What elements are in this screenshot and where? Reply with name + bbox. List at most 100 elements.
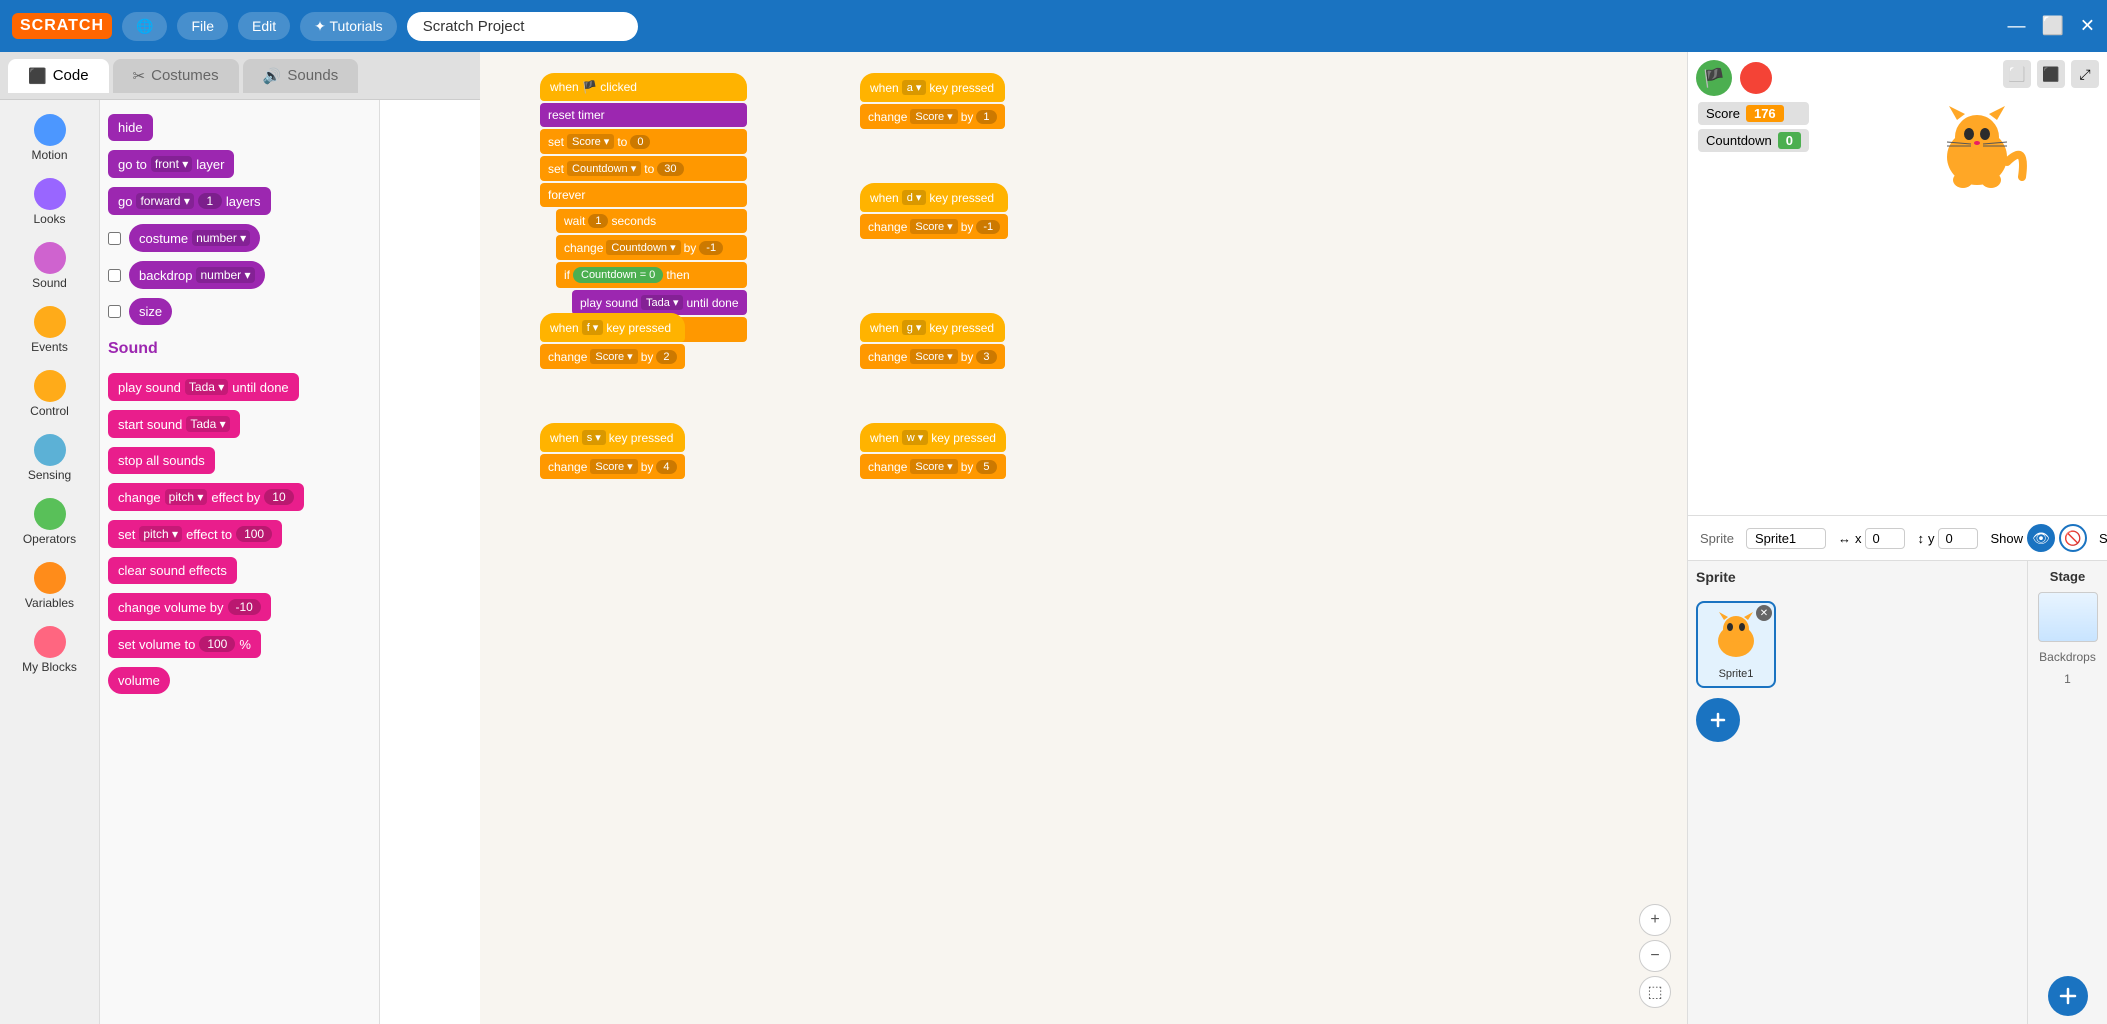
block-reset-timer[interactable]: reset timer xyxy=(540,103,747,127)
show-hidden-button[interactable]: 🚫 xyxy=(2059,524,2087,552)
restore-button[interactable]: ⬜ xyxy=(2041,16,2063,37)
block-set-score[interactable]: set Score ▾ to 0 xyxy=(540,129,747,154)
block-change-score-d[interactable]: change Score ▾ by -1 xyxy=(860,214,1008,239)
sidebar-item-my-blocks[interactable]: My Blocks xyxy=(5,620,95,680)
sprite-list: Sprite ✕ Sprite1 xyxy=(1688,561,2027,1024)
variable-displays: Score 176 Countdown 0 xyxy=(1698,102,1809,152)
stage-side: Stage Backdrops 1 xyxy=(2027,561,2107,1024)
block-set-countdown[interactable]: set Countdown ▾ to 30 xyxy=(540,156,747,181)
block-backdrop-number[interactable]: backdrop number ▾ xyxy=(129,261,265,289)
costumes-icon: ✂ xyxy=(133,67,146,85)
sidebar-item-events[interactable]: Events xyxy=(5,300,95,360)
script-area[interactable]: when 🏴 clicked reset timer set Score ▾ t… xyxy=(480,52,1687,1024)
block-change-score-w[interactable]: change Score ▾ by 5 xyxy=(860,454,1006,479)
key-w-script: when w ▾ key pressed change Score ▾ by 5 xyxy=(860,422,1006,480)
y-input[interactable] xyxy=(1938,528,1978,549)
block-change-score-s[interactable]: change Score ▾ by 4 xyxy=(540,454,685,479)
score-value: 176 xyxy=(1746,105,1784,122)
tutorials-button[interactable]: ✦ Tutorials xyxy=(300,12,397,41)
block-forever[interactable]: forever xyxy=(540,183,747,207)
sprite-grid: ✕ Sprite1 xyxy=(1696,601,2019,688)
checkbox-backdrop[interactable] xyxy=(108,269,121,282)
block-costume-number[interactable]: costume number ▾ xyxy=(129,224,260,252)
add-sprite-button[interactable] xyxy=(1696,698,1740,742)
y-arrow-icon: ↕ xyxy=(1917,531,1924,546)
tab-code[interactable]: ⬛ Code xyxy=(8,59,109,93)
stop-button[interactable] xyxy=(1740,62,1772,94)
block-when-a-key[interactable]: when a ▾ key pressed xyxy=(860,73,1005,102)
globe-button[interactable]: 🌐 xyxy=(122,12,167,41)
block-set-volume[interactable]: set volume to 100 % xyxy=(108,630,261,658)
backdrops-count: 1 xyxy=(2064,672,2071,686)
block-change-pitch[interactable]: change pitch ▾ effect by 10 xyxy=(108,483,304,511)
zoom-in-button[interactable]: + xyxy=(1639,904,1671,936)
file-menu-button[interactable]: File xyxy=(177,12,228,40)
tab-costumes[interactable]: ✂ Costumes xyxy=(113,59,239,93)
block-when-w-key[interactable]: when w ▾ key pressed xyxy=(860,423,1006,452)
main-container: ⬛ Code ✂ Costumes 🔊 Sounds Motion xyxy=(0,52,2107,1024)
block-go-forward[interactable]: go forward ▾ 1 layers xyxy=(108,187,271,215)
green-flag-button[interactable]: 🏴 xyxy=(1696,60,1732,96)
x-coord: ↔ x xyxy=(1838,528,1906,549)
checkbox-costume[interactable] xyxy=(108,232,121,245)
stage-label: Stage xyxy=(2050,569,2085,584)
key-d-script: when d ▾ key pressed change Score ▾ by -… xyxy=(860,182,1008,240)
minimize-button[interactable]: — xyxy=(2007,16,2025,37)
sprite-list-header: Sprite xyxy=(1696,569,1736,585)
close-button[interactable]: ✕ xyxy=(2080,16,2095,37)
tab-sounds[interactable]: 🔊 Sounds xyxy=(243,59,359,93)
blocks-panel: hide go to front ▾ layer go forward ▾ 1 … xyxy=(100,100,380,1024)
categories-panel: Motion Looks Sound Events Control xyxy=(0,100,100,1024)
stage-area: 🏴 ⬜ ⬛ ⤢ Score 176 Countdown 0 xyxy=(1688,52,2107,516)
block-set-pitch[interactable]: set pitch ▾ effect to 100 xyxy=(108,520,282,548)
x-input[interactable] xyxy=(1865,528,1905,549)
countdown-value: 0 xyxy=(1778,132,1801,149)
zoom-reset-button[interactable]: ⬚ xyxy=(1639,976,1671,1008)
block-when-d-key[interactable]: when d ▾ key pressed xyxy=(860,183,1008,212)
sidebar-item-looks[interactable]: Looks xyxy=(5,172,95,232)
edit-menu-button[interactable]: Edit xyxy=(238,12,290,40)
sidebar-item-sound[interactable]: Sound xyxy=(5,236,95,296)
large-stage-button[interactable]: ⬛ xyxy=(2037,60,2065,88)
block-change-score-f[interactable]: change Score ▾ by 2 xyxy=(540,344,685,369)
fullscreen-button[interactable]: ⤢ xyxy=(2071,60,2099,88)
show-controls: Show 👁 🚫 xyxy=(1990,524,2087,552)
block-start-sound[interactable]: start sound Tada ▾ xyxy=(108,410,240,438)
block-when-f-key[interactable]: when f ▾ key pressed xyxy=(540,313,685,342)
block-play-sound[interactable]: play sound Tada ▾ until done xyxy=(108,373,299,401)
zoom-out-button[interactable]: − xyxy=(1639,940,1671,972)
checkbox-size[interactable] xyxy=(108,305,121,318)
block-volume-oval[interactable]: volume xyxy=(108,667,170,694)
sidebar-item-control[interactable]: Control xyxy=(5,364,95,424)
sidebar-item-variables[interactable]: Variables xyxy=(5,556,95,616)
block-change-score-a[interactable]: change Score ▾ by 1 xyxy=(860,104,1005,129)
small-stage-button[interactable]: ⬜ xyxy=(2003,60,2031,88)
block-stop-all-sounds[interactable]: stop all sounds xyxy=(108,447,215,474)
block-change-countdown[interactable]: change Countdown ▾ by -1 xyxy=(556,235,747,260)
block-size[interactable]: size xyxy=(129,298,172,325)
sprite-item-sprite1[interactable]: ✕ Sprite1 xyxy=(1696,601,1776,688)
block-if-countdown[interactable]: if Countdown = 0 then xyxy=(556,262,747,288)
sidebar-item-motion[interactable]: Motion xyxy=(5,108,95,168)
block-change-score-g[interactable]: change Score ▾ by 3 xyxy=(860,344,1005,369)
block-change-volume[interactable]: change volume by -10 xyxy=(108,593,271,621)
sidebar-item-sensing[interactable]: Sensing xyxy=(5,428,95,488)
block-wait[interactable]: wait 1 seconds xyxy=(556,209,747,233)
sprite-name-input[interactable] xyxy=(1746,528,1826,549)
size-control: Size xyxy=(2099,528,2107,549)
block-when-s-key[interactable]: when s ▾ key pressed xyxy=(540,423,685,452)
score-variable-display: Score 176 xyxy=(1698,102,1809,125)
add-backdrop-button[interactable] xyxy=(2048,976,2088,1016)
sprite-delete-icon[interactable]: ✕ xyxy=(1756,605,1772,621)
sidebar-item-operators[interactable]: Operators xyxy=(5,492,95,552)
sprites-panel: Sprite ✕ Sprite1 xyxy=(1688,561,2107,1024)
main-script: when 🏴 clicked reset timer set Score ▾ t… xyxy=(540,72,747,343)
block-when-flag-clicked[interactable]: when 🏴 clicked xyxy=(540,73,747,101)
block-go-to-layer[interactable]: go to front ▾ layer xyxy=(108,150,234,178)
block-when-g-key[interactable]: when g ▾ key pressed xyxy=(860,313,1005,342)
show-visible-button[interactable]: 👁 xyxy=(2027,524,2055,552)
block-clear-sound-effects[interactable]: clear sound effects xyxy=(108,557,237,584)
code-icon: ⬛ xyxy=(28,67,47,85)
project-name-input[interactable] xyxy=(407,12,638,41)
block-hide[interactable]: hide xyxy=(108,114,153,141)
